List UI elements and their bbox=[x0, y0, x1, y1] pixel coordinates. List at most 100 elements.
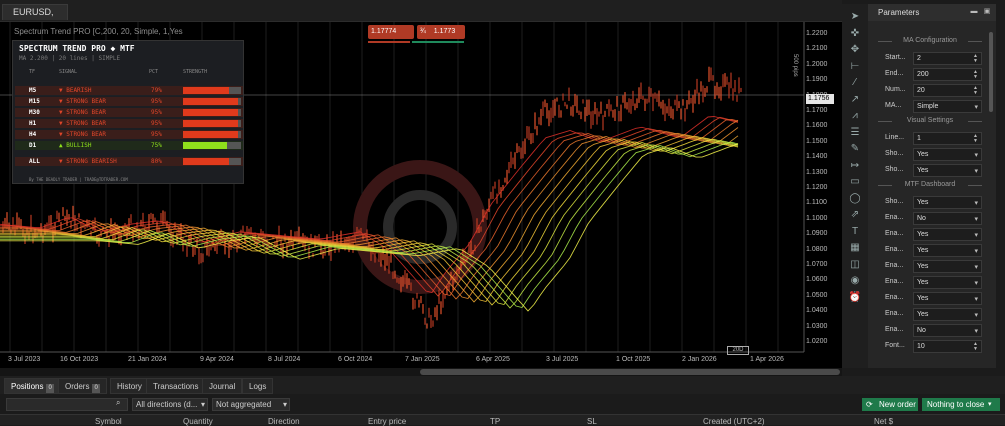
chevron-down-icon[interactable]: ▾ bbox=[974, 310, 978, 321]
price-axis-label: 1.1700 bbox=[806, 107, 828, 114]
parameter-section-title[interactable]: Visual Settings bbox=[878, 116, 982, 126]
parameter-field[interactable]: No ▾ bbox=[913, 324, 982, 337]
parameters-scrollbar[interactable] bbox=[989, 32, 993, 112]
buy-button[interactable]: ¾ 1.1773 bbox=[417, 25, 465, 39]
parameter-field[interactable]: Yes ▾ bbox=[913, 196, 982, 209]
parameter-field[interactable]: 20 ▲ ▼ bbox=[913, 84, 982, 97]
chevron-down-icon[interactable]: ▾ bbox=[974, 214, 978, 225]
tab-logs[interactable]: Logs bbox=[242, 378, 274, 394]
direction-filter[interactable]: All directions (d... ▾ bbox=[132, 398, 208, 411]
parameter-label: Ena... bbox=[885, 294, 904, 301]
chevron-down-icon[interactable]: ▾ bbox=[974, 294, 978, 305]
chevron-down-icon[interactable]: ▾ bbox=[974, 262, 978, 273]
time-axis-label: 8 Jul 2024 bbox=[268, 356, 301, 363]
grid-icon[interactable]: ◫ bbox=[848, 258, 862, 272]
parameter-field[interactable]: Yes ▾ bbox=[913, 308, 982, 321]
tab-label: Journal bbox=[209, 382, 236, 391]
trendline-icon[interactable]: ⁄ bbox=[848, 76, 862, 90]
rectangle-icon[interactable]: ▭ bbox=[848, 175, 862, 189]
eye-icon[interactable]: ◉ bbox=[848, 274, 862, 288]
chevron-down-icon[interactable]: ▾ bbox=[974, 246, 978, 257]
ray-icon[interactable]: ↗ bbox=[848, 93, 862, 107]
cursor-icon[interactable]: ➤ bbox=[848, 10, 862, 24]
chevron-down-icon[interactable]: ▾ bbox=[974, 102, 978, 113]
sell-button[interactable]: 1.17774 bbox=[368, 25, 414, 39]
dashboard-signal: ▼ STRONG BEAR bbox=[59, 109, 106, 116]
dashboard-timeframe: M30 bbox=[29, 109, 40, 116]
new-order-icon: ⟳ bbox=[866, 400, 873, 409]
tab-orders[interactable]: Orders 0 bbox=[58, 378, 107, 394]
dashboard-strength-bar bbox=[183, 120, 241, 127]
parameter-field[interactable]: 10 ▲ ▼ bbox=[913, 340, 982, 353]
move-icon[interactable]: ✥ bbox=[848, 43, 862, 57]
alarm-icon[interactable]: ⏰ bbox=[848, 291, 862, 305]
tab-eurusd-d1[interactable]: EURUSD, D1 bbox=[2, 4, 68, 32]
parameter-field[interactable]: No ▾ bbox=[913, 212, 982, 225]
watermark-logo bbox=[353, 160, 487, 294]
stepper-icon[interactable]: ▲ ▼ bbox=[973, 342, 978, 352]
stepper-icon[interactable]: ▲ ▼ bbox=[973, 54, 978, 64]
parameter-section-title[interactable]: MA Configuration bbox=[878, 36, 982, 46]
chevron-down-icon[interactable]: ▾ bbox=[974, 278, 978, 289]
maximize-icon[interactable]: ▣ bbox=[983, 8, 991, 16]
tab-transactions[interactable]: Transactions bbox=[146, 378, 206, 394]
dashboard-strength-bar bbox=[183, 98, 241, 105]
stepper-icon[interactable]: ▲ ▼ bbox=[973, 86, 978, 96]
stepper-icon[interactable]: ▲ ▼ bbox=[973, 70, 978, 80]
tab-history[interactable]: History bbox=[110, 378, 149, 394]
time-axis-label: 1 Apr 2026 bbox=[750, 356, 784, 363]
chart-scroll-thumb[interactable] bbox=[420, 369, 840, 375]
parameter-value: Simple bbox=[917, 103, 939, 110]
tab-label: Transactions bbox=[153, 382, 199, 391]
template-icon[interactable]: ▦ bbox=[848, 241, 862, 255]
parameter-row: Line... 1 ▲ ▼ bbox=[885, 132, 989, 146]
price-chart[interactable]: 1.22001.21001.20001.19001.18001.17001.16… bbox=[0, 22, 842, 368]
arrow-icon[interactable]: ⇗ bbox=[848, 208, 862, 222]
chart-scrollbar[interactable] bbox=[0, 368, 842, 376]
parameter-field[interactable]: Simple ▾ bbox=[913, 100, 982, 113]
parameter-section-title[interactable]: MTF Dashboard bbox=[878, 180, 982, 190]
measure-icon[interactable]: ↦ bbox=[848, 159, 862, 173]
search-input[interactable] bbox=[6, 398, 128, 411]
text-icon[interactable]: T bbox=[848, 225, 862, 239]
chevron-down-icon[interactable]: ▾ bbox=[974, 326, 978, 337]
dashboard-header-signal: SIGNAL bbox=[59, 69, 78, 75]
chevron-down-icon[interactable]: ▾ bbox=[974, 166, 978, 177]
crosshair-icon[interactable]: ✜ bbox=[848, 27, 862, 41]
chevron-down-icon[interactable]: ▾ bbox=[974, 198, 978, 209]
parameter-label: Ena... bbox=[885, 214, 904, 221]
parameter-field[interactable]: Yes ▾ bbox=[913, 228, 982, 241]
parameter-field[interactable]: 1 ▲ ▼ bbox=[913, 132, 982, 145]
pen-icon[interactable]: ✎ bbox=[848, 142, 862, 156]
chevron-down-icon[interactable]: ▾ bbox=[988, 398, 992, 411]
parameter-field[interactable]: 200 ▲ ▼ bbox=[913, 68, 982, 81]
ellipse-icon[interactable]: ◯ bbox=[848, 192, 862, 206]
search-icon[interactable]: ⌕ bbox=[116, 398, 120, 408]
dashboard-header-strength: STRENGTH bbox=[183, 69, 208, 75]
price-axis-label: 1.0600 bbox=[806, 276, 828, 284]
stepper-icon[interactable]: ▲ ▼ bbox=[973, 134, 978, 144]
chevron-down-icon[interactable]: ▾ bbox=[974, 230, 978, 241]
parameter-field[interactable]: Yes ▾ bbox=[913, 148, 982, 161]
minimize-icon[interactable]: ▬ bbox=[970, 8, 978, 16]
parameter-value: No bbox=[917, 327, 926, 334]
parameter-field[interactable]: Yes ▾ bbox=[913, 260, 982, 273]
chevron-down-icon[interactable]: ▾ bbox=[974, 150, 978, 161]
parameter-field[interactable]: Yes ▾ bbox=[913, 276, 982, 289]
tab-positions[interactable]: Positions 0 bbox=[4, 378, 61, 394]
parameter-row: Ena... Yes ▾ bbox=[885, 276, 989, 290]
parameter-field[interactable]: Yes ▾ bbox=[913, 292, 982, 305]
parameter-field[interactable]: Yes ▾ bbox=[913, 164, 982, 177]
parameter-field[interactable]: Yes ▾ bbox=[913, 244, 982, 257]
fibonacci-icon[interactable]: ☰ bbox=[848, 126, 862, 140]
lines-icon[interactable]: ⊢ bbox=[848, 60, 862, 74]
dashboard-strength-fill bbox=[183, 142, 227, 149]
aggregation-filter[interactable]: Not aggregated ▾ bbox=[212, 398, 290, 411]
dashboard-strength-fill bbox=[183, 120, 239, 127]
tab-journal[interactable]: Journal bbox=[202, 378, 243, 394]
dashboard-row: M5 ▼ BEARISH 79% bbox=[15, 86, 243, 95]
dashboard-strength-fill bbox=[183, 109, 239, 116]
pitchfork-icon[interactable]: ⩘ bbox=[848, 109, 862, 123]
parameter-value: Yes bbox=[917, 247, 929, 254]
parameter-field[interactable]: 2 ▲ ▼ bbox=[913, 52, 982, 65]
